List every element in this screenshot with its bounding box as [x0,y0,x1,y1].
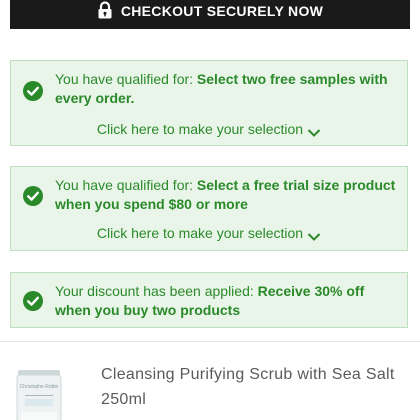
lock-icon [97,0,113,19]
brand-logo-text: Christophe Robin [20,384,59,390]
notice-prefix: You have qualified for: [55,177,197,193]
chevron-down-icon [307,229,321,242]
notice-message: You have qualified for: Select two free … [55,70,397,108]
discount-applied-notice: Your discount has been applied: Receive … [10,272,408,328]
checkout-label: CHECKOUT SECURELY NOW [120,2,324,19]
check-circle-icon [23,81,43,101]
notice-prefix: Your discount has been applied: [55,283,258,299]
cart-page: CHECKOUT SECURELY NOW You have qualified… [0,0,420,420]
product-image[interactable]: Christophe Robin [16,368,62,420]
checkout-button[interactable]: CHECKOUT SECURELY NOW [10,0,410,29]
make-selection-link[interactable]: Click here to make your selection [11,121,407,138]
check-circle-icon [23,186,43,206]
chevron-down-icon [307,125,321,138]
product-name[interactable]: Cleansing Purifying Scrub with Sea Salt … [101,362,401,412]
free-samples-notice: You have qualified for: Select two free … [10,60,408,146]
make-selection-label: Click here to make your selection [96,225,304,241]
check-circle-icon [23,291,43,311]
free-trial-notice: You have qualified for: Select a free tr… [10,166,408,251]
notice-message: Your discount has been applied: Receive … [55,282,397,320]
divider [0,341,420,342]
make-selection-label: Click here to make your selection [96,121,304,137]
make-selection-link[interactable]: Click here to make your selection [11,225,407,242]
notice-prefix: You have qualified for: [55,71,197,87]
notice-message: You have qualified for: Select a free tr… [55,176,397,214]
